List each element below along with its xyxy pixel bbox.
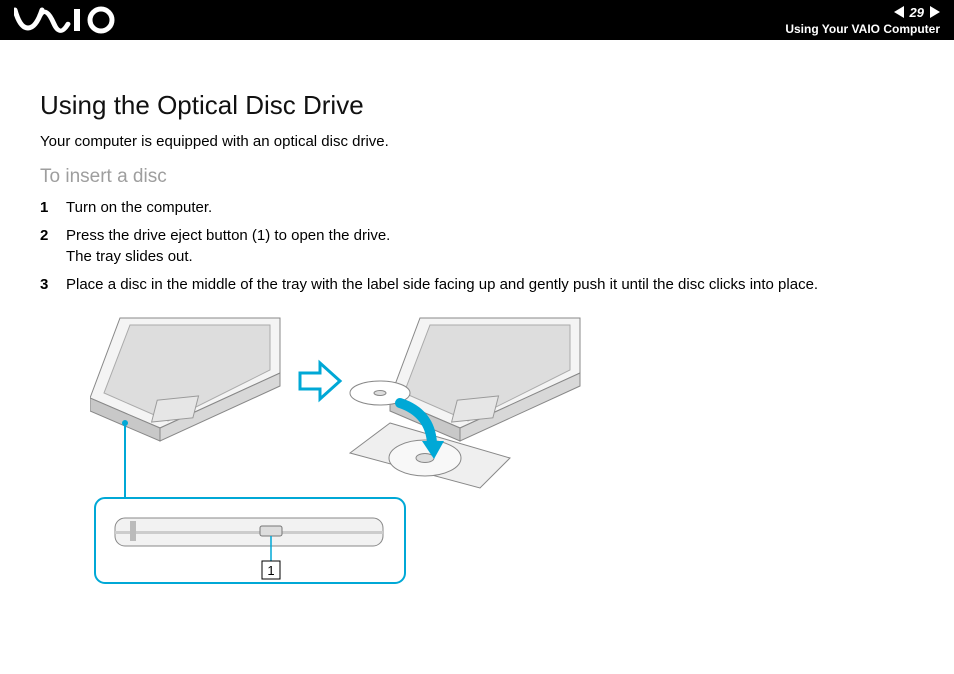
header-section-label: Using Your VAIO Computer	[785, 22, 940, 36]
page-navigation: 29	[894, 5, 940, 20]
laptop-right-with-tray	[350, 318, 580, 488]
next-page-icon[interactable]	[930, 6, 940, 18]
step-number: 1	[40, 198, 66, 218]
step-text: Turn on the computer.	[66, 198, 914, 218]
intro-text: Your computer is equipped with an optica…	[40, 133, 914, 150]
step-item: 2 Press the drive eject button (1) to op…	[40, 226, 914, 267]
instruction-list: 1 Turn on the computer. 2 Press the driv…	[40, 198, 914, 295]
step-number: 2	[40, 226, 66, 267]
prev-page-icon[interactable]	[894, 6, 904, 18]
vaio-logo	[14, 6, 124, 38]
section-title: Using the Optical Disc Drive	[40, 90, 914, 121]
callout-box: 1	[95, 498, 405, 583]
step-text: Place a disc in the middle of the tray w…	[66, 275, 914, 295]
page-header: 29 Using Your VAIO Computer	[0, 0, 954, 40]
arrow-icon	[300, 363, 340, 399]
step-item: 1 Turn on the computer.	[40, 198, 914, 218]
step-number: 3	[40, 275, 66, 295]
header-right: 29 Using Your VAIO Computer	[785, 0, 940, 40]
disc-drive-diagram: 1	[90, 313, 620, 613]
laptop-left	[90, 318, 280, 441]
subsection-heading: To insert a disc	[40, 166, 914, 188]
callout-label: 1	[267, 563, 274, 578]
callout-dot	[122, 420, 128, 426]
page-number: 29	[908, 5, 926, 20]
step-text: Press the drive eject button (1) to open…	[66, 226, 914, 267]
vaio-logo-svg	[14, 6, 124, 34]
page-content: Using the Optical Disc Drive Your comput…	[0, 40, 954, 613]
step-item: 3 Place a disc in the middle of the tray…	[40, 275, 914, 295]
illustration: 1	[90, 313, 914, 613]
